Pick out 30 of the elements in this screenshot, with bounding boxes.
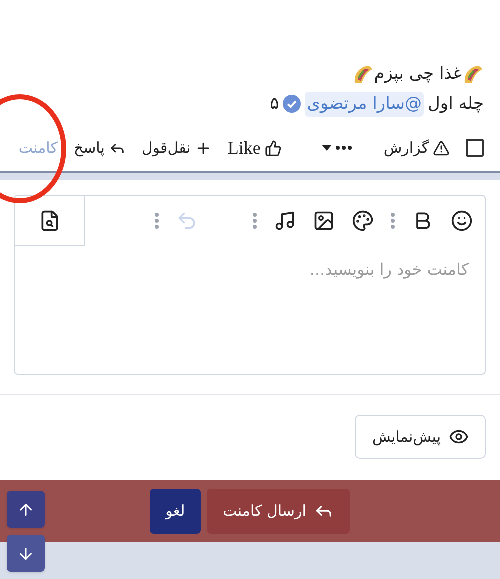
like-icon — [264, 140, 282, 156]
taco-icon — [352, 64, 374, 86]
separator-icon — [253, 213, 257, 229]
comment-field[interactable]: کامنت خود را بنویسید... — [15, 246, 485, 374]
mention-link[interactable]: @سارا مرتضوی — [305, 92, 424, 117]
like-button[interactable]: Like — [228, 134, 282, 162]
quote-button[interactable]: نقل‌قول — [142, 136, 212, 160]
scroll-down-button[interactable] — [7, 535, 45, 572]
report-button[interactable]: گزارش — [384, 136, 450, 160]
comment-editor[interactable]: کامنت خود را بنویسید... — [14, 195, 486, 375]
image-icon[interactable] — [313, 210, 335, 232]
submit-button[interactable]: ارسال کامنت — [207, 488, 350, 534]
cancel-button[interactable]: لغو — [150, 488, 202, 534]
report-icon — [433, 140, 450, 156]
more-icon — [336, 146, 352, 150]
palette-icon[interactable] — [352, 210, 374, 232]
caret-icon — [322, 145, 332, 151]
reply-button[interactable]: پاسخ — [74, 136, 126, 160]
taco-icon — [462, 64, 484, 86]
post-text: چله اول — [428, 92, 484, 116]
preview-button[interactable]: پیش‌نمایش — [355, 415, 486, 459]
separator-icon — [155, 213, 159, 229]
more-button[interactable] — [322, 145, 352, 151]
post-title: غذا چی بپزم — [374, 63, 462, 86]
select-checkbox[interactable] — [466, 139, 484, 157]
music-icon[interactable] — [274, 210, 296, 232]
separator-icon — [391, 213, 395, 229]
emoji-icon[interactable] — [451, 210, 473, 232]
scroll-up-button[interactable] — [7, 491, 45, 528]
count-label: ۵ — [270, 92, 280, 116]
